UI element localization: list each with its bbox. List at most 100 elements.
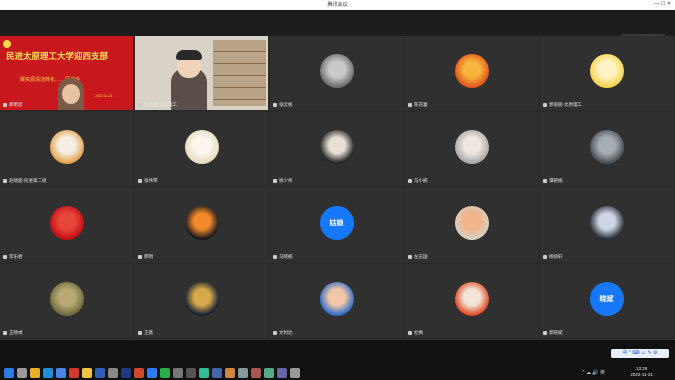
participant-tile[interactable]: 赵晓超-民进第二组 <box>0 112 133 186</box>
app-icon[interactable] <box>212 368 222 378</box>
search-icon[interactable] <box>17 368 27 378</box>
mic-icon <box>408 331 412 335</box>
participant-name-label: 左志国 <box>414 254 428 259</box>
participant-name-label: 赵晓超-民进第二组 <box>9 178 47 183</box>
app-icon[interactable] <box>290 368 300 378</box>
avatar <box>454 206 489 240</box>
participant-name-label: 马晓楠 <box>279 254 293 259</box>
participant-name-label: 郝明 <box>144 254 153 259</box>
mic-icon <box>273 331 277 335</box>
participant-tile[interactable]: 杜新彪-太原理工 <box>135 36 268 110</box>
participant-name-label: 李乐君 <box>9 254 23 259</box>
participant-name-label: 杨骄轩 <box>549 254 563 259</box>
avatar <box>319 54 354 88</box>
mic-icon <box>138 103 142 107</box>
avatar <box>49 130 84 164</box>
window-controls[interactable]: — ☐ ✕ <box>655 1 671 7</box>
word-icon[interactable] <box>95 368 105 378</box>
participant-tile[interactable]: 郝明 <box>135 188 268 262</box>
app-icon[interactable] <box>186 368 196 378</box>
avatar <box>319 130 354 164</box>
avatar <box>49 206 84 240</box>
participant-name-label: 杜新彪-太原理工 <box>144 102 177 107</box>
participant-name: 张伟琴 <box>138 178 158 184</box>
app-icon[interactable] <box>264 368 274 378</box>
participant-name-label: 王晓彧 <box>9 330 23 335</box>
mic-icon <box>273 179 277 183</box>
participant-tile[interactable]: 陈花蕾 <box>405 36 538 110</box>
app-icon[interactable] <box>173 368 183 378</box>
avatar <box>454 54 489 88</box>
participant-name: 马晓楠 <box>273 254 293 260</box>
participant-name-label: 郭晓斌 <box>549 330 563 335</box>
participant-name-label: 谭艳娟 <box>549 178 563 183</box>
participant-name: 郝明 <box>138 254 153 260</box>
wechat-icon[interactable] <box>160 368 170 378</box>
clock[interactable]: 13:29 2022-11-21 <box>630 366 653 378</box>
participant-tile[interactable]: 王薇 <box>135 264 268 338</box>
participant-tile[interactable]: 李乐君 <box>0 188 133 262</box>
participant-name-label: 杜梅 <box>414 330 423 335</box>
participant-tile[interactable]: 杜梅 <box>405 264 538 338</box>
participant-tile[interactable]: 马小楠 <box>405 112 538 186</box>
participant-tile[interactable]: 民进太原理工大学迎西支部 碳资源清洁转化……研讨会 2022-11-21 郝明思 <box>0 36 133 110</box>
avatar <box>49 282 84 316</box>
participant-name: 郭晓斌 <box>543 330 563 336</box>
participant-name: 郭丽丽-太原理工 <box>543 102 582 108</box>
participant-tile[interactable]: 杨骄轩 <box>540 188 673 262</box>
edge-icon[interactable] <box>43 368 53 378</box>
participant-name: 张云帆 <box>273 102 293 108</box>
wps-icon[interactable] <box>69 368 79 378</box>
mic-icon <box>273 255 277 259</box>
ppt-icon[interactable] <box>134 368 144 378</box>
app-icon[interactable] <box>108 368 118 378</box>
participant-tile[interactable]: 左志国 <box>405 188 538 262</box>
participant-tile[interactable]: 郭丽丽-太原理工 <box>540 36 673 110</box>
files-icon[interactable] <box>56 368 66 378</box>
participant-tile[interactable]: 张伟琴 <box>135 112 268 186</box>
participant-name-label: 王薇 <box>144 330 153 335</box>
app-icon[interactable] <box>199 368 209 378</box>
participant-tile[interactable]: 文利达 <box>270 264 403 338</box>
participant-name-label: 张云帆 <box>279 102 293 107</box>
avatar <box>454 282 489 316</box>
mic-icon <box>3 103 7 107</box>
participant-name: 杜新彪-太原理工 <box>138 102 177 108</box>
app-icon[interactable] <box>251 368 261 378</box>
avatar <box>184 130 219 164</box>
app-icon[interactable] <box>277 368 287 378</box>
video-person-face <box>62 84 80 104</box>
participant-name-label: 郭丽丽-太原理工 <box>549 102 582 107</box>
participant-name-label: 徐少伟 <box>279 178 293 183</box>
mic-icon <box>138 331 142 335</box>
system-tray[interactable]: ^ ☁ 🔊 英 <box>582 369 605 376</box>
participant-tile[interactable]: 徐少伟 <box>270 112 403 186</box>
participant-tile[interactable]: 晓斌郭晓斌 <box>540 264 673 338</box>
participant-tile[interactable]: 王晓彧 <box>0 264 133 338</box>
photoshop-icon[interactable] <box>121 368 131 378</box>
chrome-icon[interactable] <box>30 368 40 378</box>
meeting-banner: 民进太原理工大学迎西支部 碳资源清洁转化……研讨会 2022-11-21 <box>0 36 133 110</box>
mic-icon <box>273 103 277 107</box>
participant-name: 李乐君 <box>3 254 23 260</box>
participant-name: 马小楠 <box>408 178 428 184</box>
participant-name-label: 张伟琴 <box>144 178 158 183</box>
taskbar-icons <box>4 368 300 378</box>
mic-icon <box>138 179 142 183</box>
meeting-icon[interactable] <box>147 368 157 378</box>
clock-date: 2022-11-21 <box>630 372 653 377</box>
ime-toolbar[interactable]: 中 ° ⌨ ☺ ✎ ⚙ <box>611 349 669 358</box>
video-person-hair <box>176 50 202 60</box>
participant-tile[interactable]: 张云帆 <box>270 36 403 110</box>
participant-tile[interactable]: 谭艳娟 <box>540 112 673 186</box>
mic-icon <box>3 331 7 335</box>
participant-tile[interactable]: 姑娘 马晓楠 <box>270 188 403 262</box>
avatar: 晓斌 <box>589 282 624 316</box>
app-icon[interactable] <box>225 368 235 378</box>
app-icon[interactable] <box>238 368 248 378</box>
windows-icon[interactable] <box>4 368 14 378</box>
folder-icon[interactable] <box>82 368 92 378</box>
participant-name: 王薇 <box>138 330 153 336</box>
mic-icon <box>543 255 547 259</box>
logo-icon <box>3 40 11 48</box>
